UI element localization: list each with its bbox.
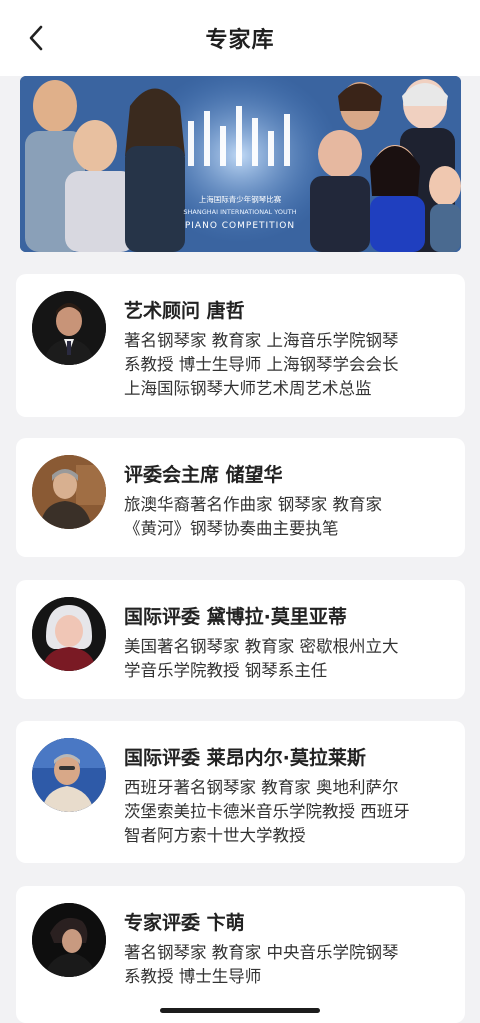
expert-avatar xyxy=(32,738,106,812)
expert-avatar xyxy=(32,903,106,977)
expert-avatar xyxy=(32,291,106,365)
expert-description: 美国著名钢琴家 教育家 密歇根州立大 学音乐学院教授 钢琴系主任 xyxy=(124,637,399,680)
expert-description: 著名钢琴家 教育家 上海音乐学院钢琴 系教授 博士生导师 上海钢琴学会会长 上海… xyxy=(124,331,399,398)
expert-description: 著名钢琴家 教育家 中央音乐学院钢琴 系教授 博士生导师 xyxy=(124,943,399,986)
expert-card[interactable]: 国际评委 莱昂内尔·莫拉莱斯 西班牙著名钢琴家 教育家 奥地利萨尔 茨堡索美拉卡… xyxy=(16,721,465,863)
expert-description: 旅澳华裔著名作曲家 钢琴家 教育家 《黄河》钢琴协奏曲主要执笔 xyxy=(124,495,382,538)
expert-card[interactable]: 国际评委 黛博拉·莫里亚蒂 美国著名钢琴家 教育家 密歇根州立大 学音乐学院教授… xyxy=(16,580,465,699)
banner-illustration: 上海国际青少年钢琴比赛 SHANGHAI INTERNATIONAL YOUTH… xyxy=(20,76,461,252)
banner-subtitle-en-2: PIANO COMPETITION xyxy=(185,221,295,231)
top-nav-bar: 专家库 xyxy=(0,0,480,76)
expert-title: 国际评委 黛博拉·莫里亚蒂 xyxy=(124,606,347,628)
expert-title: 国际评委 莱昂内尔·莫拉莱斯 xyxy=(124,747,366,769)
page-title: 专家库 xyxy=(205,28,275,53)
expert-card[interactable]: 艺术顾问 唐哲 著名钢琴家 教育家 上海音乐学院钢琴 系教授 博士生导师 上海钢… xyxy=(16,274,465,417)
home-indicator[interactable] xyxy=(160,1008,320,1013)
expert-avatar xyxy=(32,455,106,529)
expert-title: 专家评委 卞萌 xyxy=(124,912,245,934)
expert-avatar xyxy=(32,597,106,671)
expert-title: 艺术顾问 唐哲 xyxy=(124,300,245,322)
expert-title: 评委会主席 储望华 xyxy=(124,464,283,486)
expert-card[interactable]: 专家评委 卞萌 著名钢琴家 教育家 中央音乐学院钢琴 系教授 博士生导师 xyxy=(16,886,465,1023)
expert-card[interactable]: 评委会主席 储望华 旅澳华裔著名作曲家 钢琴家 教育家 《黄河》钢琴协奏曲主要执… xyxy=(16,438,465,557)
competition-banner[interactable]: 上海国际青少年钢琴比赛 SHANGHAI INTERNATIONAL YOUTH… xyxy=(20,76,461,252)
banner-subtitle-cn: 上海国际青少年钢琴比赛 xyxy=(199,194,282,204)
expert-description: 西班牙著名钢琴家 教育家 奥地利萨尔 茨堡索美拉卡德米音乐学院教授 西班牙 智者… xyxy=(124,778,410,845)
banner-subtitle-en: SHANGHAI INTERNATIONAL YOUTH xyxy=(183,208,296,216)
